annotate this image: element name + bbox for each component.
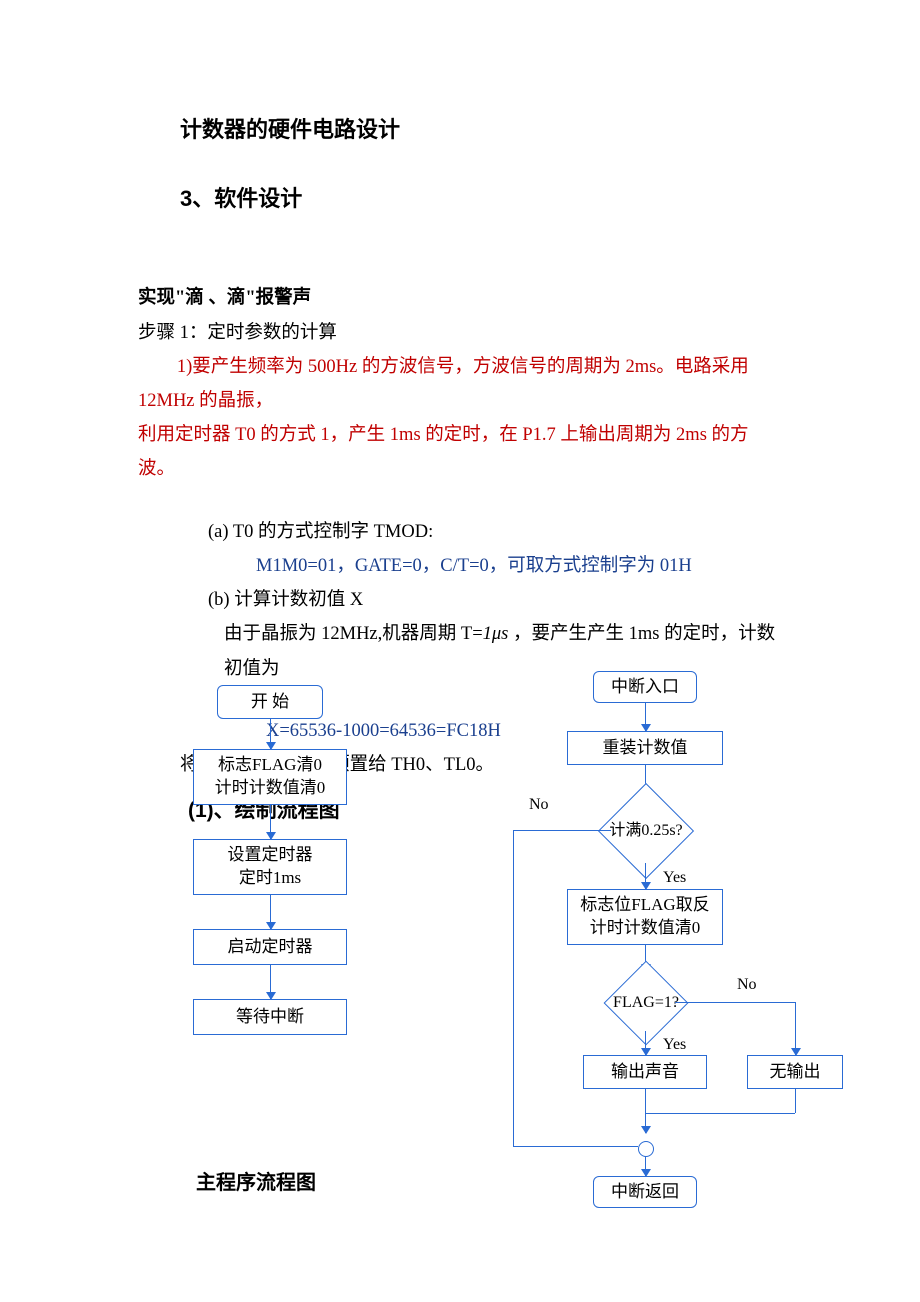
- caption-main: 主程序流程图: [196, 1165, 316, 1202]
- lbl: 计时计数值清0: [215, 778, 326, 797]
- step1: 步骤 1：定时参数的计算: [138, 316, 782, 350]
- lbl: 设置定时器: [228, 845, 313, 864]
- lbl: 启动定时器: [228, 936, 313, 959]
- box-start: 开 始: [217, 685, 323, 719]
- req-line1: 1)要产生频率为 500Hz 的方波信号，方波信号的周期为 2ms。电路采用 1…: [138, 350, 782, 418]
- arrow: [270, 719, 271, 749]
- hw-title: 计数器的硬件电路设计: [180, 110, 782, 151]
- b-detail-a: 由于晶振为 12MHz,机器周期 T=: [224, 624, 483, 644]
- lbl: 定时1ms: [239, 868, 301, 887]
- line: [645, 1113, 795, 1114]
- arrow: [270, 965, 271, 999]
- box-toggle: 标志位FLAG取反计时计数值清0: [567, 889, 723, 945]
- merge-node: [638, 1141, 654, 1157]
- arrow: [270, 805, 271, 839]
- lbl: 无输出: [770, 1061, 821, 1084]
- line: [513, 830, 514, 1146]
- sw-title: 3、软件设计: [180, 179, 782, 220]
- lbl: 标志FLAG清0: [218, 755, 322, 774]
- lbl: FLAG=1?: [617, 974, 675, 1032]
- line: [513, 1146, 638, 1147]
- box-reload: 重装计数值: [567, 731, 723, 765]
- line: [513, 830, 611, 831]
- lbl: 等待中断: [236, 1006, 304, 1029]
- box-set-timer: 设置定时器定时1ms: [193, 839, 347, 895]
- arrow: [645, 1156, 646, 1176]
- no-label-2: No: [737, 970, 757, 1000]
- arrow: [645, 1031, 646, 1055]
- section-alarm: 实现"滴 、滴"报警声: [138, 281, 782, 315]
- item-a: (a) T0 的方式控制字 TMOD:: [138, 515, 782, 549]
- arrow: [645, 1089, 646, 1133]
- box-wait: 等待中断: [193, 999, 347, 1035]
- line: [795, 1089, 796, 1113]
- b-detail-mu: 1μs: [483, 624, 509, 644]
- box-init: 标志FLAG清0 计时计数值清0: [193, 749, 347, 805]
- lbl: 输出声音: [611, 1061, 679, 1084]
- box-isr-entry: 中断入口: [593, 671, 697, 703]
- lbl: 标志位FLAG取反: [580, 895, 709, 914]
- lbl: 重装计数值: [603, 737, 688, 760]
- lbl: 计时计数值清0: [590, 918, 701, 937]
- lbl: 中断入口: [611, 676, 679, 699]
- item-b: (b) 计算计数初值 X: [138, 583, 782, 617]
- no-label: No: [529, 790, 549, 820]
- lbl: 开 始: [251, 691, 289, 714]
- arrow: [645, 863, 646, 889]
- box-out-sound: 输出声音: [583, 1055, 707, 1089]
- req-line2: 利用定时器 T0 的方式 1，产生 1ms 的定时，在 P1.7 上输出周期为 …: [138, 418, 782, 486]
- line: [675, 1002, 795, 1003]
- box-ret: 中断返回: [593, 1176, 697, 1208]
- box-start-timer: 启动定时器: [193, 929, 347, 965]
- lbl: 计满0.25s?: [613, 798, 679, 864]
- box-no-out: 无输出: [747, 1055, 843, 1089]
- arrow: [795, 1042, 796, 1055]
- arrow: [270, 895, 271, 929]
- arrow: [645, 703, 646, 731]
- lbl: 中断返回: [611, 1181, 679, 1204]
- item-a-detail: M1M0=01，GATE=0，C/T=0，可取方式控制字为 01H: [138, 549, 782, 583]
- flowcharts: 开 始 标志FLAG清0 计时计数值清0 设置定时器定时1ms 启动定时器 等待中…: [0, 685, 920, 1285]
